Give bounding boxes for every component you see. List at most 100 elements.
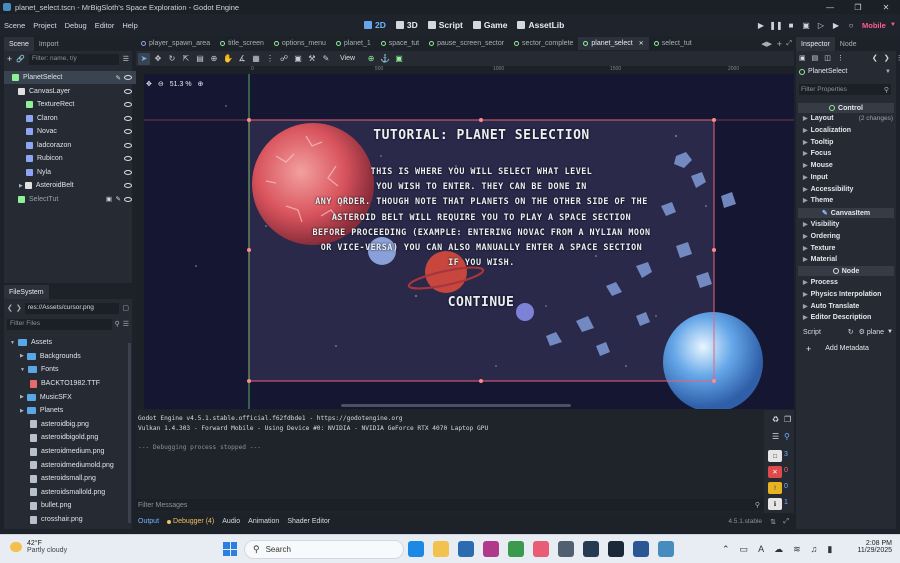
inspector-group[interactable]: ▶ Visibility <box>803 219 893 231</box>
expanded-arrow-icon[interactable]: ▼ <box>20 367 25 373</box>
tab-inspector[interactable]: Inspector <box>796 37 835 51</box>
scene-tree-item[interactable]: Claron <box>4 112 136 125</box>
tab-audio[interactable]: Audio <box>222 518 240 525</box>
move-tool-icon[interactable]: ✥ <box>152 53 164 65</box>
view-menu[interactable]: View <box>340 55 355 62</box>
skeleton-icon[interactable]: ⚒ <box>306 53 318 65</box>
center-view-icon[interactable]: ✥ <box>146 80 152 88</box>
container-sizing-icon[interactable]: ▣ <box>393 53 405 65</box>
scene-tree-item[interactable]: SelectTut ✎ ▣ <box>4 193 136 206</box>
add-node-icon[interactable]: + <box>7 54 12 64</box>
list-select-icon[interactable]: ▤ <box>194 53 206 65</box>
inspector-group[interactable]: ▶ Auto Translate <box>803 300 893 312</box>
file-tree-item[interactable]: asteroidmedium.png <box>4 445 129 459</box>
scene-tree-item[interactable]: PlanetSelect ✎ <box>4 71 136 84</box>
edge-icon[interactable] <box>408 541 424 557</box>
file-tree-item[interactable]: asteroidmediumold.png <box>4 458 129 472</box>
inspector-group[interactable]: ▶ Physics Interpolation <box>803 289 893 301</box>
scene-tab[interactable]: title_screen <box>215 37 269 50</box>
scene-tree-item[interactable]: ▶ AsteroidBelt <box>4 179 136 192</box>
clock[interactable]: 2:08 PM 11/29/2025 <box>852 540 892 554</box>
inspected-node[interactable]: PlanetSelect ▼ <box>799 68 891 75</box>
visibility-eye-icon[interactable] <box>124 196 132 202</box>
scene-tree-item[interactable]: Rubicon <box>4 152 136 165</box>
workspace-2d[interactable]: 2D <box>364 20 386 30</box>
file-tree-scrollbar[interactable] <box>128 343 131 523</box>
play-custom-icon[interactable]: ▶ <box>831 20 841 30</box>
chevron-up-icon[interactable]: ⌃ <box>722 544 730 555</box>
zoom-in-icon[interactable]: ⊕ <box>198 80 204 88</box>
collapsed-arrow-icon[interactable]: ▶ <box>20 353 24 359</box>
file-tree-item[interactable]: ▶ Backgrounds <box>4 350 129 364</box>
inspector-group[interactable]: ▶ Input <box>803 172 893 184</box>
forward-icon[interactable]: ❯ <box>16 304 22 312</box>
phone-link-icon[interactable] <box>508 541 524 557</box>
editor-messages-icon[interactable]: ℹ <box>768 498 782 510</box>
menu-project[interactable]: Project <box>29 21 60 30</box>
sort-icon[interactable]: ☰ <box>123 320 129 328</box>
clear-log-icon[interactable]: ♻ <box>772 415 779 424</box>
inspector-group[interactable]: ▶ Accessibility <box>803 183 893 195</box>
output-filter-input[interactable]: Filter Messages <box>136 502 755 509</box>
open-icon[interactable]: ▤ <box>812 54 819 62</box>
workspace-3d[interactable]: 3D <box>395 20 418 30</box>
file-tree-item[interactable]: bullet.png <box>4 499 129 513</box>
history-icon[interactable]: ⋮ <box>896 54 900 62</box>
visibility-eye-icon[interactable] <box>124 129 132 134</box>
renderer-select[interactable]: Mobile <box>862 21 886 30</box>
visibility-eye-icon[interactable] <box>124 75 132 80</box>
file-tree-item[interactable]: ▼ Fonts <box>4 363 129 377</box>
inspector-group[interactable]: ▶ Tooltip <box>803 136 893 148</box>
property-filter-input[interactable]: Filter Properties <box>799 86 884 93</box>
script-attached-icon[interactable]: ✎ <box>116 74 121 82</box>
battery-icon[interactable]: ▮ <box>827 544 832 555</box>
word-icon[interactable] <box>633 541 649 557</box>
maximize-icon[interactable]: ❐ <box>844 0 872 14</box>
file-tree-item[interactable]: asteroidbig.png <box>4 418 129 432</box>
collapsed-arrow-icon[interactable]: ▶ <box>20 408 24 414</box>
workspace-game[interactable]: Game <box>472 20 507 30</box>
scene-tree-item[interactable]: ladcorazon <box>4 139 136 152</box>
expand-panel-icon[interactable]: ⤢ <box>783 518 789 526</box>
scene-filter-input[interactable]: Filter: name, t/y <box>28 53 119 65</box>
scene-tab[interactable]: options_menu <box>269 37 331 50</box>
inspector-group[interactable]: ▶ Mouse <box>803 160 893 172</box>
steam-icon[interactable] <box>608 541 624 557</box>
tab-node[interactable]: Node <box>835 37 862 51</box>
file-tree-item[interactable]: ▶ MusicSFX <box>4 390 129 404</box>
onedrive-icon[interactable]: ☁ <box>774 544 783 555</box>
continue-button[interactable]: CONTINUE <box>426 295 536 310</box>
font-icon[interactable]: A <box>758 544 764 555</box>
scene-tab[interactable]: select_tut <box>649 37 697 50</box>
canvas-viewport[interactable]: 0 500 1000 1500 2000 ✥ ⊖ 51.3 % ⊕ TUTORIAL: … <box>136 66 794 409</box>
search-icon[interactable]: ⚲ <box>115 320 120 328</box>
path-input[interactable]: res://Assets/cursor.png <box>24 302 120 314</box>
error-icon[interactable]: ✕ <box>768 466 782 478</box>
scene-tab[interactable]: planet_select ✕ <box>578 37 649 50</box>
group-icon[interactable]: ▣ <box>292 53 304 65</box>
filter-icon[interactable]: ☰ <box>123 55 129 63</box>
movie-maker-icon[interactable]: ○ <box>846 20 856 30</box>
visibility-eye-icon[interactable] <box>124 156 132 161</box>
forward-icon[interactable]: ❯ <box>884 54 890 62</box>
tab-scroll-icon[interactable]: ◀▶ <box>761 40 772 48</box>
scene-tab[interactable]: pause_screen_sector <box>424 37 509 50</box>
ruler-tool-icon[interactable]: ∡ <box>236 53 248 65</box>
pause-icon[interactable]: ❚❚ <box>769 20 782 30</box>
inspector-group[interactable]: ▶ Localization <box>803 125 893 137</box>
inspector-group[interactable]: ▶ Texture <box>803 242 893 254</box>
ik-icon[interactable]: ✎ <box>320 53 332 65</box>
file-filter-input[interactable]: Filter Files <box>7 318 112 330</box>
remote-debug-icon[interactable]: ▣ <box>801 20 811 30</box>
file-tree-item[interactable]: asteroidsmall.png <box>4 472 129 486</box>
filter-lines-icon[interactable]: ☰ <box>772 432 779 441</box>
expand-arrow-icon[interactable]: ▶ <box>19 183 23 189</box>
search-icon[interactable]: ⚲ <box>755 501 760 509</box>
file-tree-item[interactable]: ▼ Assets <box>4 336 129 350</box>
godot-icon[interactable] <box>658 541 674 557</box>
inspector-group[interactable]: ▶ Material <box>803 254 893 266</box>
log-messages-icon[interactable]: □ <box>768 450 782 462</box>
distraction-free-icon[interactable]: ⤢ <box>786 40 792 48</box>
split-view-icon[interactable]: ▢ <box>122 304 129 312</box>
tab-import[interactable]: Import <box>34 37 64 51</box>
